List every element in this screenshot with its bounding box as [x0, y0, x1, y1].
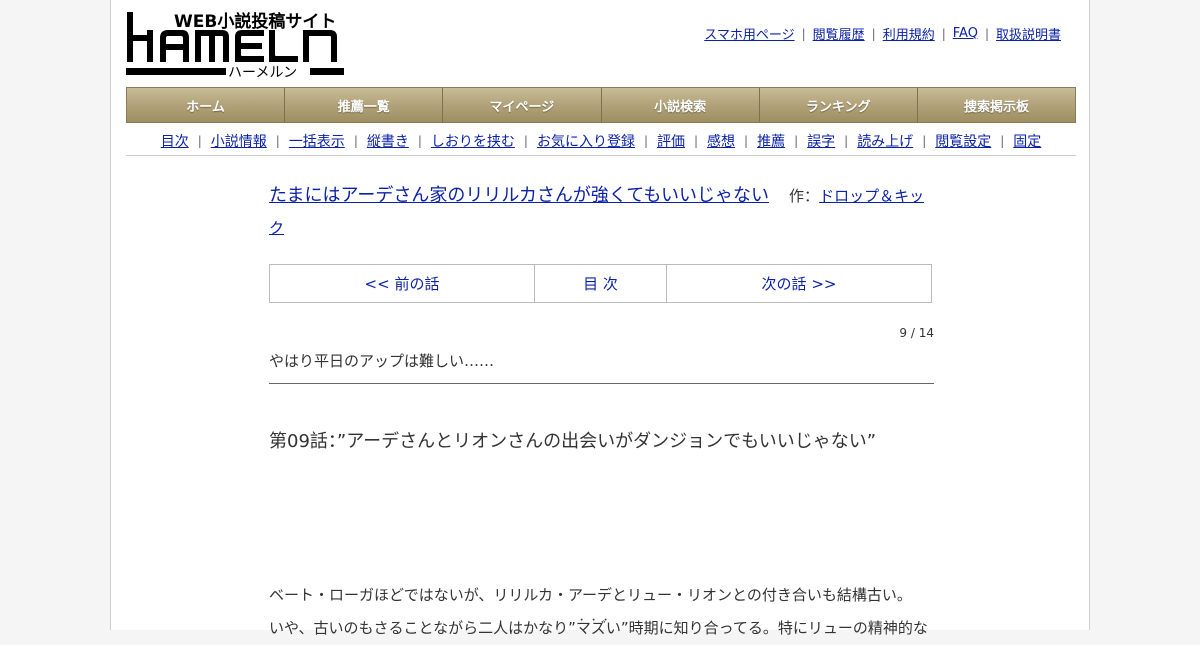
faq-link[interactable]: FAQ: [953, 26, 978, 41]
body-line-2: いや、古いのもさることながら二人はかなり”マズい”時期に知り合ってる。特にリュー…: [269, 612, 934, 645]
novel-title-row: たまにはアーデさん家のリリルカさんが強くてもいいじゃない 作：ドロップ＆キック: [269, 180, 934, 244]
chapter-body: ベート・ローガほどではないが、リリルカ・アーデとリュー・リオンとの付き合いも結構…: [269, 579, 934, 645]
subnav-toc[interactable]: 目次: [161, 131, 189, 151]
subnav-favorite[interactable]: お気に入り登録: [537, 131, 635, 151]
page-container: WEB小説投稿サイト ハーメルン スマホ用ページ | 閲覧履歴 | 利用規約 |…: [110, 0, 1090, 637]
subnav-comments[interactable]: 感想: [707, 131, 735, 151]
subnav-pin[interactable]: 固定: [1013, 131, 1041, 151]
hameln-logo[interactable]: WEB小説投稿サイト ハーメルン: [126, 10, 346, 80]
logo-tagline: WEB小説投稿サイト: [174, 11, 336, 32]
emphasis-text: ”マズい”: [568, 619, 629, 637]
subnav-bookmark[interactable]: しおりを挟む: [431, 131, 515, 151]
novel-content: たまにはアーデさん家のリリルカさんが強くてもいいじゃない 作：ドロップ＆キック <…: [269, 180, 934, 645]
next-chapter-link[interactable]: 次の話 >>: [762, 273, 837, 294]
nav-ranking[interactable]: ランキング: [759, 88, 918, 122]
chapter-title: 第09話：”アーデさんとリオンさんの出会いがダンジョンでもいいじゃない”: [269, 431, 877, 452]
subnav-recommend[interactable]: 推薦: [757, 131, 785, 151]
subnav-typo[interactable]: 誤字: [807, 131, 835, 151]
prev-chapter-link[interactable]: << 前の話: [365, 273, 440, 294]
manual-link[interactable]: 取扱説明書: [996, 24, 1061, 43]
author-label: 作：: [789, 187, 820, 205]
top-links: スマホ用ページ | 閲覧履歴 | 利用規約 | FAQ | 取扱説明書: [704, 24, 1061, 43]
subnav-rating[interactable]: 評価: [657, 131, 685, 151]
subnav-vertical[interactable]: 縦書き: [367, 131, 409, 151]
nav-home[interactable]: ホーム: [127, 88, 286, 122]
subnav-read-aloud[interactable]: 読み上げ: [857, 131, 913, 151]
subnav-show-all[interactable]: 一括表示: [289, 131, 345, 151]
subnav-novel-info[interactable]: 小説情報: [211, 131, 267, 151]
chapter-nav: << 前の話 目 次 次の話 >>: [269, 264, 932, 303]
terms-link[interactable]: 利用規約: [883, 24, 935, 43]
subnav-view-settings[interactable]: 閲覧設定: [935, 131, 991, 151]
main-nav: ホーム 推薦一覧 マイページ 小説検索 ランキング 捜索掲示板: [126, 87, 1076, 123]
nav-novel-search[interactable]: 小説検索: [601, 88, 760, 122]
preface-text: やはり平日のアップは難しい……: [269, 350, 934, 384]
novel-title-link[interactable]: たまにはアーデさん家のリリルカさんが強くてもいいじゃない: [269, 185, 769, 206]
nav-search-board[interactable]: 捜索掲示板: [917, 88, 1076, 122]
nav-recommendations[interactable]: 推薦一覧: [285, 88, 444, 122]
toc-link[interactable]: 目 次: [583, 273, 618, 294]
history-link[interactable]: 閲覧履歴: [813, 24, 865, 43]
nav-mypage[interactable]: マイページ: [443, 88, 602, 122]
smartphone-page-link[interactable]: スマホ用ページ: [704, 24, 794, 43]
sub-nav: 目次 | 小説情報 | 一括表示 | 縦書き | しおりを挟む | お気に入り登…: [126, 126, 1076, 156]
page-count: 9 / 14: [899, 326, 934, 340]
logo-kana: ハーメルン: [228, 65, 297, 80]
